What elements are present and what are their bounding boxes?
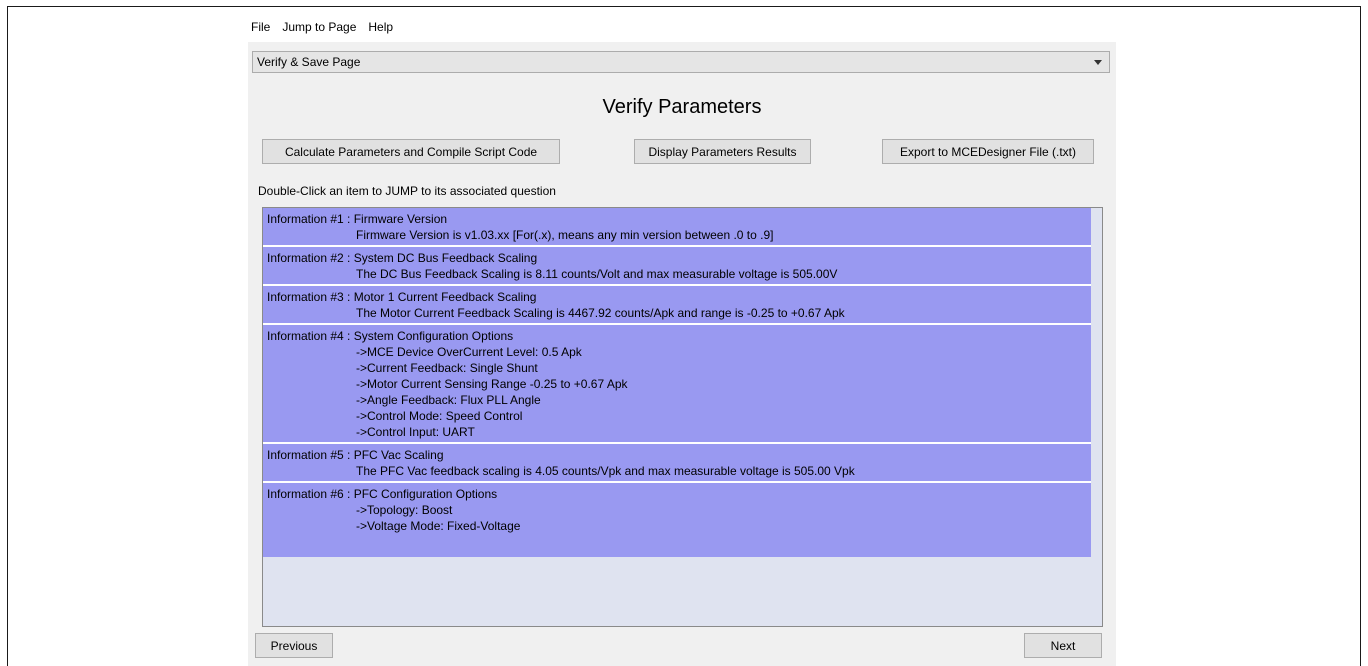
list-item-detail: Firmware Version is v1.03.xx [For(.x), m… [356, 228, 774, 242]
list-item-header: Information #6 : PFC Configuration Optio… [267, 487, 498, 501]
page-title: Verify Parameters [602, 96, 762, 118]
menu-help[interactable]: Help [368, 20, 393, 34]
calculate-parameters-button[interactable]: Calculate Parameters and Compile Script … [262, 139, 560, 164]
list-item-info-6[interactable]: Information #6 : PFC Configuration Optio… [263, 483, 1091, 557]
list-item-header: Information #3 : Motor 1 Current Feedbac… [267, 290, 537, 304]
menu-bar: File Jump to Page Help [248, 12, 1116, 42]
list-item-detail: The PFC Vac feedback scaling is 4.05 cou… [356, 464, 855, 478]
list-item-info-5[interactable]: Information #5 : PFC Vac Scaling The PFC… [263, 444, 1091, 483]
list-item-option: ->Voltage Mode: Fixed-Voltage [356, 519, 521, 533]
list-item-option: ->Current Feedback: Single Shunt [356, 361, 538, 375]
list-item-detail: The DC Bus Feedback Scaling is 8.11 coun… [356, 267, 838, 281]
verification-list[interactable]: Information #1 : Firmware Version Firmwa… [262, 207, 1103, 627]
previous-button[interactable]: Previous [255, 633, 333, 658]
export-mcedesigner-button[interactable]: Export to MCEDesigner File (.txt) [882, 139, 1094, 164]
chevron-down-icon[interactable] [1094, 60, 1102, 65]
page-select-dropdown[interactable]: Verify & Save Page [252, 51, 1110, 73]
instruction-text: Double-Click an item to JUMP to its asso… [258, 184, 556, 198]
list-item-option: ->Motor Current Sensing Range -0.25 to +… [356, 377, 628, 391]
menu-jump-to-page[interactable]: Jump to Page [282, 20, 356, 34]
list-item-info-2[interactable]: Information #2 : System DC Bus Feedback … [263, 247, 1091, 286]
page-select-value: Verify & Save Page [257, 55, 361, 69]
list-item-header: Information #4 : System Configuration Op… [267, 329, 514, 343]
list-item-header: Information #1 : Firmware Version [267, 212, 448, 226]
list-item-header: Information #2 : System DC Bus Feedback … [267, 251, 538, 265]
list-item-info-4[interactable]: Information #4 : System Configuration Op… [263, 325, 1091, 444]
list-item-option: ->MCE Device OverCurrent Level: 0.5 Apk [356, 345, 582, 359]
list-item-option: ->Angle Feedback: Flux PLL Angle [356, 393, 541, 407]
list-item-info-3[interactable]: Information #3 : Motor 1 Current Feedbac… [263, 286, 1091, 325]
list-item-header: Information #5 : PFC Vac Scaling [267, 448, 444, 462]
list-item-option: ->Control Mode: Speed Control [356, 409, 523, 423]
app-window: File Jump to Page Help Verify & Save Pag… [248, 12, 1116, 666]
list-item-detail: The Motor Current Feedback Scaling is 44… [356, 306, 845, 320]
display-parameters-results-button[interactable]: Display Parameters Results [634, 139, 811, 164]
list-item-info-1[interactable]: Information #1 : Firmware Version Firmwa… [263, 208, 1091, 247]
list-item-option: ->Topology: Boost [356, 503, 453, 517]
next-button[interactable]: Next [1024, 633, 1102, 658]
list-item-option: ->Control Input: UART [356, 425, 475, 439]
menu-file[interactable]: File [251, 20, 270, 34]
